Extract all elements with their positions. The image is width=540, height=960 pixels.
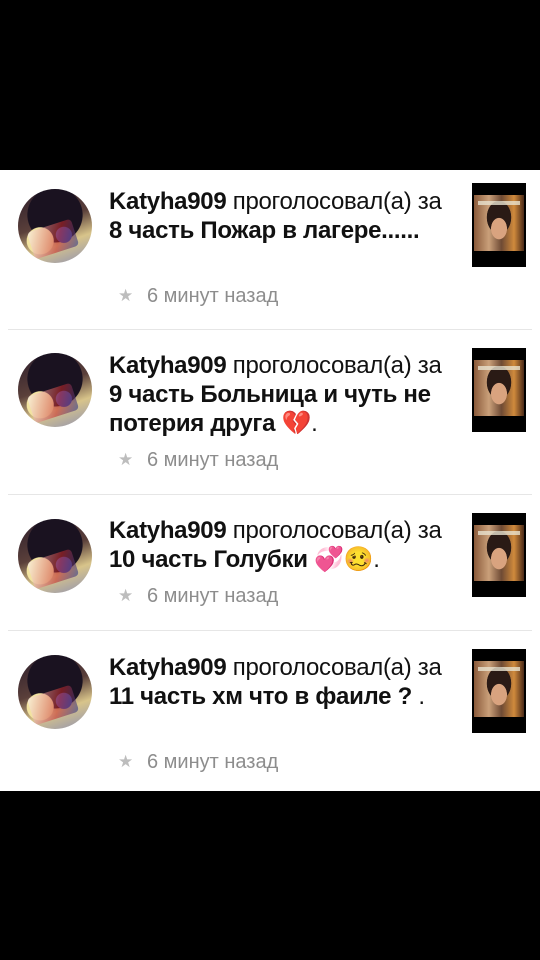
feed-item-text: Katyha909 проголосовал(а) за 11 часть хм…: [109, 653, 454, 711]
feed-item[interactable]: Katyha909 проголосовал(а) за 10 часть Го…: [0, 495, 540, 631]
timestamp: ★ 6 минут назад: [118, 749, 278, 775]
avatar[interactable]: [18, 655, 92, 729]
timestamp-text: 6 минут назад: [147, 449, 279, 471]
timestamp-text: 6 минут назад: [147, 585, 279, 607]
action-verb: проголосовал(а): [232, 517, 412, 544]
timestamp: ★ 6 минут назад: [118, 447, 278, 473]
username-link[interactable]: Katyha909: [109, 352, 227, 379]
story-part-link[interactable]: 10 часть Голубки: [109, 546, 308, 573]
timestamp-text: 6 минут назад: [147, 751, 279, 773]
action-preposition: за: [417, 188, 442, 215]
activity-feed: Katyha909 проголосовал(а) за 8 часть Пож…: [0, 170, 540, 791]
action-verb: проголосовал(а): [232, 352, 412, 379]
action-verb: проголосовал(а): [232, 188, 412, 215]
story-part-link[interactable]: 9 часть Больница и чуть не потерия друга: [109, 381, 431, 437]
feed-item[interactable]: Katyha909 проголосовал(а) за 8 часть Пож…: [0, 170, 540, 330]
star-icon: ★: [118, 586, 134, 605]
action-verb: проголосовал(а): [232, 654, 412, 681]
story-thumbnail[interactable]: [472, 649, 526, 733]
feed-item-text: Katyha909 проголосовал(а) за 9 часть Бол…: [109, 351, 454, 438]
story-thumbnail[interactable]: [472, 513, 526, 597]
emoji-suffix: 💔.: [281, 410, 318, 437]
story-part-link[interactable]: 11 часть хм что в фаиле ?: [109, 683, 412, 710]
story-cover-image: [474, 661, 524, 717]
story-cover-image: [474, 360, 524, 416]
avatar[interactable]: [18, 519, 92, 593]
timestamp: ★ 6 минут назад: [118, 283, 278, 309]
username-link[interactable]: Katyha909: [109, 654, 227, 681]
avatar[interactable]: [18, 189, 92, 263]
avatar[interactable]: [18, 353, 92, 427]
story-thumbnail[interactable]: [472, 183, 526, 267]
timestamp: ★ 6 минут назад: [118, 583, 278, 609]
timestamp-text: 6 минут назад: [147, 285, 279, 307]
story-thumbnail[interactable]: [472, 348, 526, 432]
top-letterbox: [0, 0, 540, 170]
username-link[interactable]: Katyha909: [109, 517, 227, 544]
emoji-suffix: .: [418, 683, 425, 710]
feed-item-text: Katyha909 проголосовал(а) за 8 часть Пож…: [109, 187, 454, 245]
username-link[interactable]: Katyha909: [109, 188, 227, 215]
feed-item-text: Katyha909 проголосовал(а) за 10 часть Го…: [109, 516, 454, 574]
emoji-suffix: 💞🥴.: [314, 546, 380, 573]
star-icon: ★: [118, 450, 134, 469]
feed-item[interactable]: Katyha909 проголосовал(а) за 11 часть хм…: [0, 631, 540, 791]
action-preposition: за: [417, 352, 442, 379]
star-icon: ★: [118, 286, 134, 305]
feed-item[interactable]: Katyha909 проголосовал(а) за 9 часть Бол…: [0, 330, 540, 494]
bottom-letterbox: [0, 791, 540, 960]
story-cover-image: [474, 195, 524, 251]
story-part-link[interactable]: 8 часть Пожар в лагере......: [109, 217, 420, 244]
action-preposition: за: [417, 517, 442, 544]
star-icon: ★: [118, 752, 134, 771]
story-cover-image: [474, 525, 524, 581]
action-preposition: за: [417, 654, 442, 681]
